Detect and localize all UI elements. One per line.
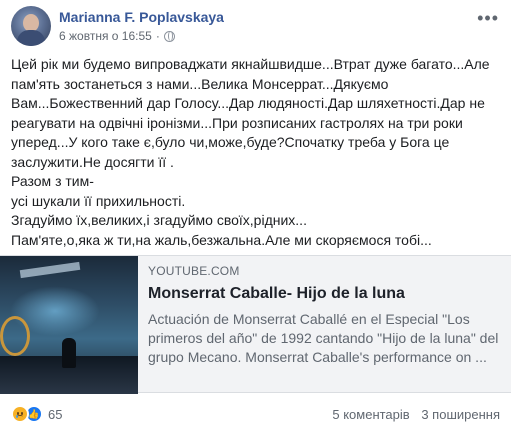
- link-description: Actuación de Monserrat Caballé en el Esp…: [148, 311, 499, 365]
- post-meta: 6 жовтня о 16:55 ·: [59, 29, 175, 43]
- thumbnail-light: [19, 261, 81, 279]
- link-title[interactable]: Monserrat Caballe- Hijo de la luna: [148, 284, 500, 304]
- link-source: YOUTUBE.COM: [148, 264, 240, 278]
- video-thumbnail[interactable]: [0, 256, 138, 394]
- post-footer: 👍 65 5 коментарів 3 поширення: [0, 400, 511, 428]
- thumbnail-singer: [62, 338, 76, 368]
- thumbnail-ring: [0, 316, 30, 356]
- avatar-body: [17, 30, 45, 46]
- post-stats: 5 коментарів 3 поширення: [332, 407, 500, 422]
- post-timestamp[interactable]: 6 жовтня о 16:55: [59, 29, 152, 43]
- link-preview-body: YOUTUBE.COM Monserrat Caballe- Hijo de l…: [148, 264, 500, 367]
- post-header: Marianna F. Poplavskaya 6 жовтня о 16:55…: [0, 0, 511, 50]
- link-preview-card[interactable]: YOUTUBE.COM Monserrat Caballe- Hijo de l…: [0, 255, 511, 394]
- shares-count-link[interactable]: 3 поширення: [421, 407, 500, 422]
- sad-icon: [11, 405, 29, 423]
- reactions-summary[interactable]: 👍 65: [11, 405, 62, 423]
- globe-icon[interactable]: [163, 30, 175, 42]
- comments-count-link[interactable]: 5 коментарів: [332, 407, 409, 422]
- post-body-text: Цей рік ми будемо випроваджати якнайшвид…: [11, 56, 490, 248]
- reaction-count: 65: [48, 406, 63, 422]
- author-name[interactable]: Marianna F. Poplavskaya: [59, 9, 224, 25]
- more-options-icon[interactable]: •••: [477, 8, 499, 29]
- author-avatar[interactable]: [11, 6, 51, 46]
- meta-separator: ·: [155, 29, 160, 43]
